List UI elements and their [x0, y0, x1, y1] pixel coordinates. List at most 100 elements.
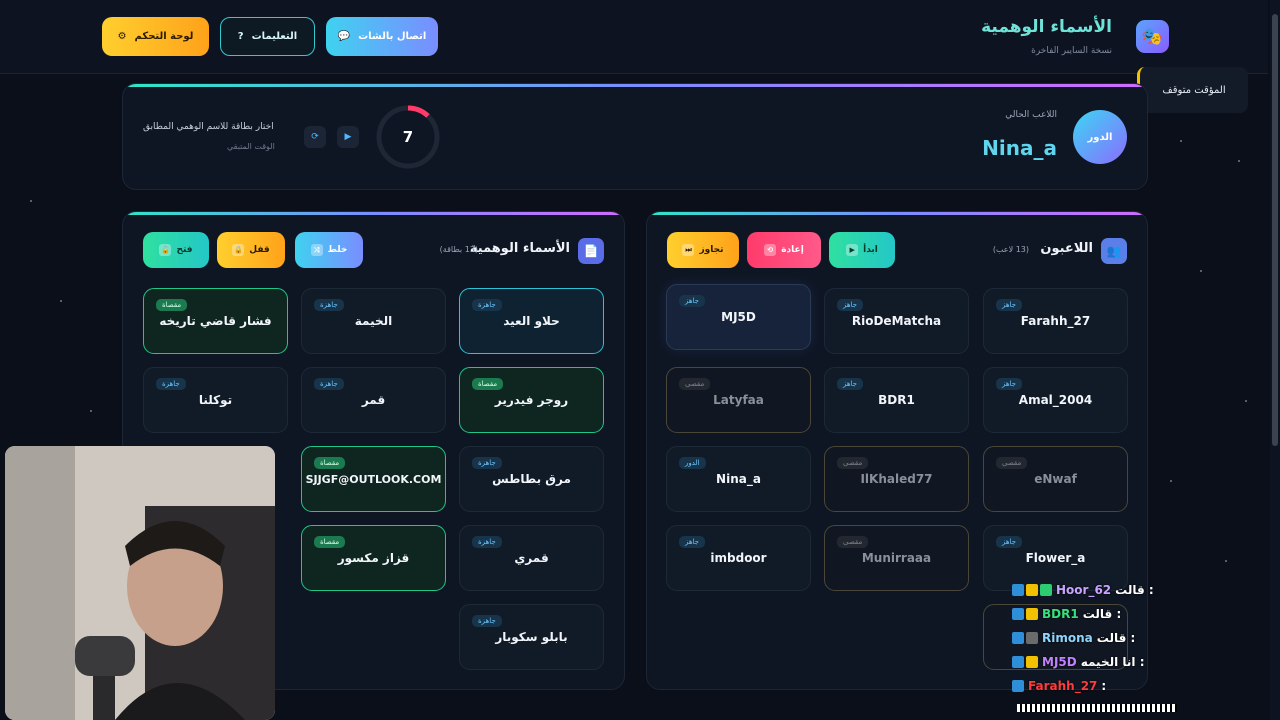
- card-name: بابلو سكوبار: [495, 630, 568, 644]
- scrollbar-thumb[interactable]: [1272, 14, 1278, 446]
- badge-icon: [1026, 656, 1038, 668]
- name-card[interactable]: مقصاة قزاز مكسور: [301, 525, 446, 591]
- name-card[interactable]: جاهزة قمر: [301, 367, 446, 433]
- player-tile[interactable]: جاهز RioDeMatcha: [824, 288, 969, 354]
- chat-badges: [1012, 680, 1024, 692]
- instructions-button[interactable]: التعليمات ?: [220, 17, 315, 56]
- badge-icon: [1012, 584, 1024, 596]
- name-card[interactable]: جاهزة قمري: [459, 525, 604, 591]
- player-name: MJ5D: [721, 310, 756, 324]
- chat-message: : Farahh_27: [1012, 674, 1280, 698]
- player-name: RioDeMatcha: [851, 314, 942, 328]
- play-icon: ▶: [846, 244, 859, 256]
- turn-status-bar: الدور اللاعب الحالي Nina_a 7 ▶ ⟳ اختار ب…: [122, 83, 1148, 190]
- turn-indicator: الدور: [1073, 110, 1127, 164]
- current-player-label: اللاعب الحالي: [1005, 110, 1057, 120]
- player-name: Amal_2004: [1018, 393, 1093, 407]
- chat-connect-button[interactable]: اتصال بالشات 💬: [326, 17, 438, 56]
- player-tile[interactable]: مقصى eNwaf: [983, 446, 1128, 512]
- badge-icon: [1012, 680, 1024, 692]
- dashboard-label: لوحة التحكم: [134, 31, 194, 42]
- player-name: Flower_a: [1025, 551, 1086, 565]
- player-tile[interactable]: جاهز imbdoor: [666, 525, 811, 591]
- status-badge: مقصى: [837, 536, 869, 548]
- players-icon: 👥: [1101, 238, 1127, 264]
- skip-icon: ⏭: [682, 244, 695, 256]
- streamer-video-placeholder: [5, 446, 275, 720]
- brand-subtitle: نسخة السايبر الفاخرة: [1031, 46, 1112, 56]
- status-badge: مقصى: [996, 457, 1028, 469]
- status-badge: مقصى: [837, 457, 869, 469]
- card-name: مرق بطاطس: [492, 472, 571, 486]
- player-tile[interactable]: جاهز MJ5D: [666, 284, 811, 350]
- player-name: Latyfaa: [713, 393, 764, 407]
- status-badge: جاهزة: [472, 615, 502, 627]
- question-icon: ?: [237, 31, 244, 42]
- name-card[interactable]: مقصاة SJJGF@OUTLOOK.COM: [301, 446, 446, 512]
- chat-spam-line: [1017, 704, 1177, 712]
- status-badge: مقصاة: [314, 536, 346, 548]
- restart-label: إعادة: [781, 245, 804, 255]
- chat-badges: [1012, 608, 1038, 620]
- mask-logo-icon: 🎭: [1136, 20, 1169, 53]
- webcam-overlay: [5, 446, 275, 720]
- player-name: Nina_a: [716, 472, 761, 486]
- player-tile[interactable]: مقصى IlKhaled77: [824, 446, 969, 512]
- current-player-name: Nina_a: [982, 136, 1057, 160]
- refresh-icon[interactable]: ⟳: [304, 126, 326, 148]
- timer-paused-toast: المؤقت متوقف: [1137, 67, 1248, 113]
- badge-icon: [1026, 584, 1038, 596]
- shuffle-button[interactable]: خلط ⤨: [295, 232, 363, 268]
- player-tile[interactable]: جاهز Farahh_27: [983, 288, 1128, 354]
- player-tile[interactable]: مقصى Munirraaa: [824, 525, 969, 591]
- chat-text: قالت :: [1115, 583, 1154, 597]
- name-card[interactable]: جاهزة الخيمة: [301, 288, 446, 354]
- restart-button[interactable]: إعادة ⟲: [747, 232, 821, 268]
- status-badge: جاهزة: [472, 299, 502, 311]
- status-badge: مقصاة: [472, 378, 504, 390]
- chat-badges: [1012, 632, 1038, 644]
- cards-title: الأسماء الوهمية: [469, 241, 570, 256]
- name-card[interactable]: مقصاة فشار قاضي تاريخه: [143, 288, 288, 354]
- card-name: توكلنا: [198, 393, 233, 407]
- players-title: اللاعبون: [1040, 241, 1093, 256]
- top-header: 🎭 الأسماء الوهمية نسخة السايبر الفاخرة ا…: [0, 0, 1268, 74]
- card-name: SJJGF@OUTLOOK.COM: [305, 472, 442, 486]
- status-badge: جاهز: [679, 536, 706, 548]
- name-card[interactable]: جاهزة بابلو سكوبار: [459, 604, 604, 670]
- play-icon[interactable]: ▶: [337, 126, 359, 148]
- cards-icon: 📄: [578, 238, 604, 264]
- status-badge: جاهز: [996, 536, 1023, 548]
- player-name: imbdoor: [710, 551, 767, 565]
- open-button[interactable]: فتح 🔓: [143, 232, 209, 268]
- time-left-label: الوقت المتبقي: [227, 142, 275, 151]
- player-tile[interactable]: جاهز Amal_2004: [983, 367, 1128, 433]
- gear-icon: ⚙: [117, 31, 127, 42]
- badge-icon: [1040, 584, 1052, 596]
- card-name: فشار قاضي تاريخه: [159, 314, 272, 328]
- lock-label: قفل: [249, 245, 270, 255]
- card-name: روجر فيدرير: [494, 393, 569, 407]
- stream-chat-overlay: قالت : Hoor_62 قالت : BDR1 قالت : Rimona…: [1012, 578, 1280, 720]
- player-tile[interactable]: مقصى Latyfaa: [666, 367, 811, 433]
- name-card[interactable]: مقصاة روجر فيدرير: [459, 367, 604, 433]
- start-button[interactable]: ابدأ ▶: [829, 232, 895, 268]
- shuffle-icon: ⤨: [310, 244, 323, 256]
- status-badge: جاهز: [679, 295, 706, 307]
- player-tile[interactable]: الدور Nina_a: [666, 446, 811, 512]
- badge-icon: [1026, 632, 1038, 644]
- card-name: قزاز مكسور: [337, 551, 410, 565]
- lock-button[interactable]: قفل 🔒: [217, 232, 285, 268]
- chat-message: قالت : Hoor_62: [1012, 578, 1280, 602]
- name-card[interactable]: جاهزة مرق بطاطس: [459, 446, 604, 512]
- chat-message: قالت : BDR1: [1012, 602, 1280, 626]
- player-name: IlKhaled77: [860, 472, 933, 486]
- badge-icon: [1012, 656, 1024, 668]
- dashboard-button[interactable]: لوحة التحكم ⚙: [102, 17, 209, 56]
- name-card[interactable]: جاهزة حلاو العيد: [459, 288, 604, 354]
- chat-connect-label: اتصال بالشات: [358, 31, 427, 42]
- skip-button[interactable]: تجاوز ⏭: [667, 232, 739, 268]
- unlock-icon: 🔓: [159, 244, 172, 256]
- player-tile[interactable]: جاهز BDR1: [824, 367, 969, 433]
- name-card[interactable]: جاهزة توكلنا: [143, 367, 288, 433]
